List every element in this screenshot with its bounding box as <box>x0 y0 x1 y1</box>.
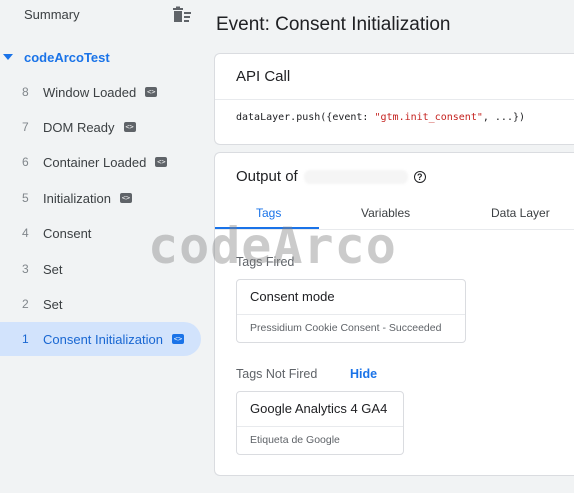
container-name: codeArcoTest <box>24 49 110 65</box>
api-call-heading: API Call <box>215 54 574 100</box>
summary-link[interactable]: Summary <box>24 7 80 22</box>
event-name: Set <box>43 296 63 312</box>
tag-name: Consent mode <box>237 280 465 315</box>
event-number: 6 <box>22 155 29 169</box>
caret-down-icon[interactable] <box>3 54 13 60</box>
tags-not-fired-label: Tags Not Fired <box>236 367 318 381</box>
output-card: Output of ? Tags Variables Data Layer Ta… <box>214 152 574 476</box>
event-item-set-3[interactable]: 3 Set <box>0 254 200 284</box>
tag-name: Google Analytics 4 GA4 <box>237 392 403 427</box>
code-icon: <> <box>171 334 184 344</box>
container-item[interactable]: codeArcoTest <box>0 48 110 66</box>
output-tabs: Tags Variables Data Layer <box>215 197 574 230</box>
code-icon: <> <box>145 87 158 97</box>
event-number: 1 <box>22 332 29 346</box>
api-call-card: API Call dataLayer.push({event: "gtm.ini… <box>214 53 574 145</box>
event-name: Consent <box>43 225 92 241</box>
hide-link[interactable]: Hide <box>350 367 377 381</box>
code-icon: <> <box>119 193 132 203</box>
event-number: 8 <box>22 85 29 99</box>
event-number: 4 <box>22 226 29 240</box>
blurred-container-id <box>303 169 408 184</box>
tag-status: Pressidium Cookie Consent - Succeeded <box>250 322 442 334</box>
event-name: DOM Ready <box>43 119 115 135</box>
tag-card-consent-mode[interactable]: Consent mode Pressidium Cookie Consent -… <box>236 279 466 343</box>
help-icon[interactable]: ? <box>413 170 426 183</box>
code-prefix: dataLayer.push({event: <box>236 112 375 123</box>
tag-card-ga4[interactable]: Google Analytics 4 GA4 Etiqueta de Googl… <box>236 391 404 455</box>
tab-variables[interactable]: Variables <box>361 206 410 220</box>
event-name: Container Loaded <box>43 154 147 170</box>
event-item-consent-initialization[interactable]: 1 Consent Initialization <> <box>0 322 201 356</box>
event-item-initialization[interactable]: 5 Initialization <> <box>0 183 200 213</box>
event-item-window-loaded[interactable]: 8 Window Loaded <> <box>0 77 200 107</box>
code-suffix: , ...}) <box>482 112 526 123</box>
tag-status: Etiqueta de Google <box>250 434 340 446</box>
event-name: Consent Initialization <box>43 331 163 347</box>
event-item-container-loaded[interactable]: 6 Container Loaded <> <box>0 147 200 177</box>
event-item-set-2[interactable]: 2 Set <box>0 289 200 319</box>
event-number: 2 <box>22 297 29 311</box>
event-item-dom-ready[interactable]: 7 DOM Ready <> <box>0 112 200 142</box>
output-heading: Output of ? <box>236 168 426 185</box>
code-event-string: "gtm.init_consent" <box>374 112 483 123</box>
code-icon: <> <box>155 157 168 167</box>
event-number: 5 <box>22 191 29 205</box>
code-icon: <> <box>123 122 136 132</box>
tab-data-layer[interactable]: Data Layer <box>491 206 550 220</box>
sidebar: Summary codeArcoTest 8 Window Loaded <> … <box>0 0 206 493</box>
output-heading-label: Output of <box>236 168 298 185</box>
event-name: Initialization <box>43 190 111 206</box>
event-name: Window Loaded <box>43 84 137 100</box>
page-title: Event: Consent Initialization <box>216 14 451 35</box>
event-name: Set <box>43 261 63 277</box>
event-number: 3 <box>22 262 29 276</box>
api-call-code: dataLayer.push({event: "gtm.init_consent… <box>215 100 574 123</box>
tags-fired-label: Tags Fired <box>236 255 295 269</box>
active-tab-indicator <box>215 227 319 229</box>
event-item-consent[interactable]: 4 Consent <box>0 218 200 248</box>
tab-tags[interactable]: Tags <box>256 206 281 220</box>
event-number: 7 <box>22 120 29 134</box>
delete-sweep-icon[interactable] <box>172 6 192 24</box>
